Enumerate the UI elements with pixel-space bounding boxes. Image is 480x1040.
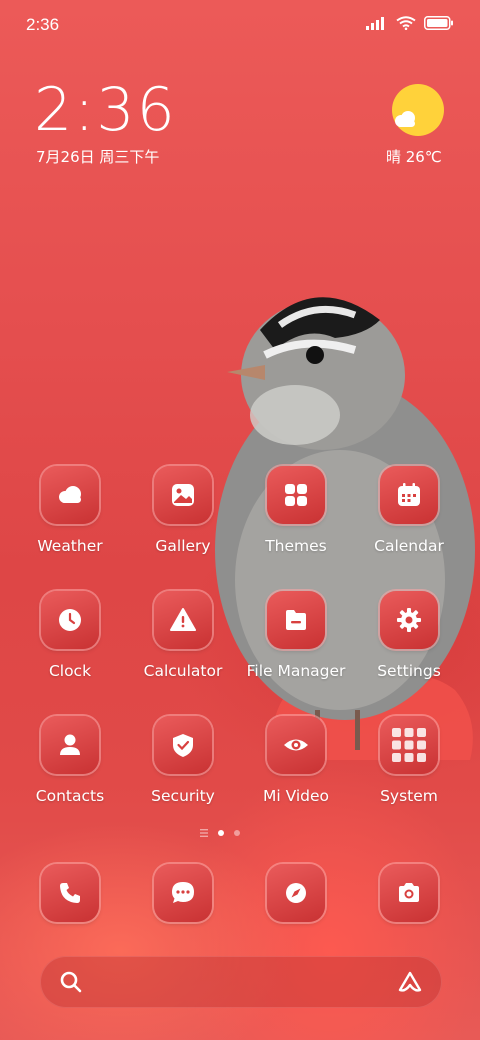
clock-widget-time[interactable]: 2:36 [34,78,177,142]
browser-icon[interactable] [267,864,325,922]
calculator-icon[interactable] [154,591,212,649]
security-icon[interactable] [154,716,212,774]
dock-phone[interactable] [14,864,126,922]
app-label-calendar: Calendar [374,537,444,555]
app-vault-icon[interactable] [396,970,424,994]
signal-icon [366,17,384,30]
app-file-manager[interactable]: File Manager [240,591,352,680]
settings-icon[interactable] [380,591,438,649]
app-label-settings: Settings [377,662,441,680]
app-label-security: Security [151,787,215,805]
app-label-weather: Weather [37,537,103,555]
file-manager-icon[interactable] [267,591,325,649]
weather-sun-icon[interactable] [392,84,444,136]
weather-icon[interactable] [41,466,99,524]
app-themes[interactable]: Themes [240,466,352,555]
app-settings[interactable]: Settings [353,591,465,680]
contacts-icon[interactable] [41,716,99,774]
app-label-themes: Themes [265,537,327,555]
search-icon[interactable] [60,971,82,993]
search-bar[interactable] [40,956,442,1008]
battery-icon [424,16,453,30]
app-label-calculator: Calculator [143,662,223,680]
app-label-clock: Clock [48,662,92,680]
weather-summary: 晴 26℃ [386,148,442,166]
app-security[interactable]: Security [127,716,239,805]
app-calculator[interactable]: Calculator [127,591,239,680]
app-mi-video[interactable]: Mi Video [240,716,352,805]
weather-cloud-icon [395,111,415,127]
page-indicator[interactable] [200,829,240,837]
page-indicator-menu-icon [200,829,208,837]
app-label-mi-video: Mi Video [262,787,330,805]
app-clock[interactable]: Clock [14,591,126,680]
themes-icon[interactable] [267,466,325,524]
wifi-icon [396,16,416,30]
app-weather[interactable]: Weather [14,466,126,555]
app-gallery[interactable]: Gallery [127,466,239,555]
app-label-file-manager: File Manager [246,662,346,680]
gallery-icon[interactable] [154,466,212,524]
app-label-system: System [380,787,438,805]
dock-camera[interactable] [353,864,465,922]
app-label-contacts: Contacts [35,787,105,805]
app-label-gallery: Gallery [155,537,211,555]
folder-icon[interactable] [380,716,438,774]
dock-browser[interactable] [240,864,352,922]
video-icon[interactable] [267,716,325,774]
messages-icon[interactable] [154,864,212,922]
camera-icon[interactable] [380,864,438,922]
app-system-folder[interactable]: System [353,716,465,805]
clock-icon[interactable] [41,591,99,649]
clock-widget-date: 7月26日 周三下午 [36,148,160,166]
phone-icon[interactable] [41,864,99,922]
status-bar: 2:36 [0,0,480,50]
dock-messages[interactable] [127,864,239,922]
status-time: 2:36 [26,15,60,34]
page-dot [234,830,240,836]
calendar-icon[interactable] [380,466,438,524]
app-contacts[interactable]: Contacts [14,716,126,805]
status-icons [366,16,454,30]
page-dot-active [218,830,224,836]
app-calendar[interactable]: Calendar [353,466,465,555]
